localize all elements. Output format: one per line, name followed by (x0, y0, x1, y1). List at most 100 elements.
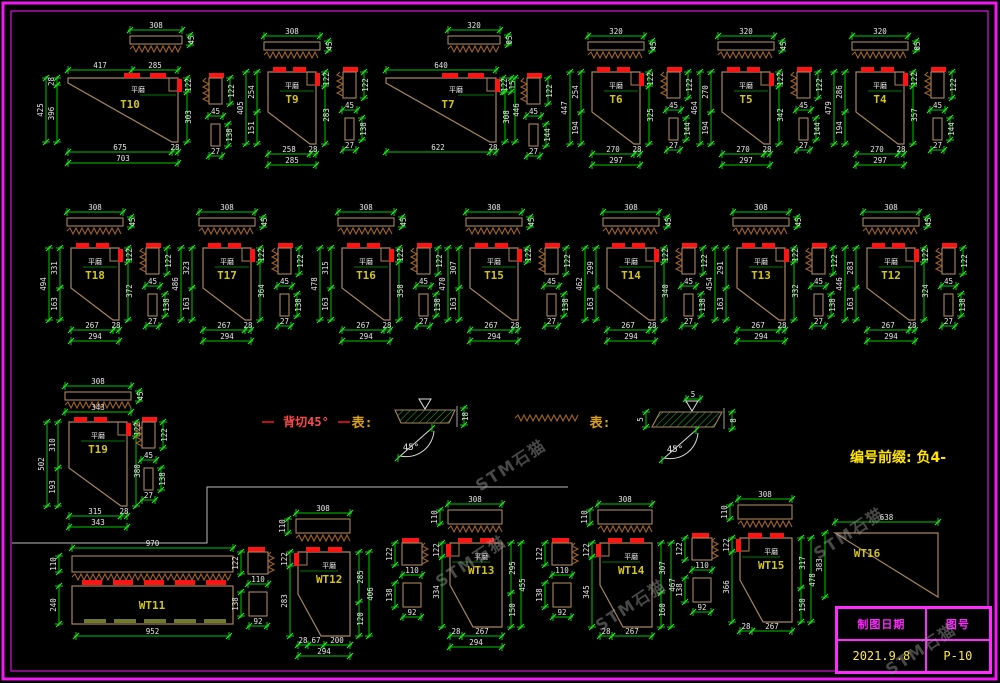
svg-text:478: 478 (310, 277, 319, 291)
svg-text:平磨: 平磨 (91, 431, 105, 440)
piece-T13: 30845平磨T13454291163122332267282941224513… (705, 203, 839, 345)
piece-T6: 32045平磨T64472541941223252702829712245144… (560, 27, 694, 169)
svg-text:45: 45 (144, 451, 153, 460)
svg-text:122: 122 (535, 547, 544, 561)
svg-text:267: 267 (881, 321, 895, 330)
svg-text:平磨: 平磨 (220, 257, 234, 266)
svg-text:110: 110 (695, 561, 709, 570)
svg-text:28: 28 (308, 145, 318, 154)
svg-text:28: 28 (762, 145, 772, 154)
svg-text:270: 270 (606, 145, 620, 154)
svg-text:110: 110 (720, 505, 729, 519)
svg-text:294: 294 (317, 647, 331, 656)
svg-text:122: 122 (160, 428, 169, 442)
svg-text:28: 28 (777, 321, 787, 330)
svg-text:27: 27 (933, 141, 942, 150)
svg-text:163: 163 (50, 297, 59, 311)
svg-text:640: 640 (434, 61, 448, 70)
svg-text:193: 193 (48, 480, 57, 494)
svg-text:92: 92 (697, 603, 706, 612)
svg-text:67: 67 (311, 636, 320, 645)
svg-text:28: 28 (488, 143, 498, 152)
svg-text:45: 45 (944, 277, 953, 286)
svg-text:315: 315 (88, 507, 102, 516)
svg-text:28: 28 (907, 321, 917, 330)
svg-text:308: 308 (220, 203, 234, 212)
svg-text:T17: T17 (217, 269, 237, 282)
svg-text:267: 267 (765, 622, 779, 631)
svg-text:308: 308 (884, 203, 898, 212)
svg-text:T13: T13 (751, 269, 771, 282)
svg-text:294: 294 (220, 332, 234, 341)
svg-text:283: 283 (846, 261, 855, 275)
svg-text:45: 45 (799, 101, 808, 110)
svg-text:120: 120 (356, 612, 365, 626)
svg-text:285: 285 (285, 156, 299, 165)
svg-text:28: 28 (119, 507, 129, 516)
svg-text:122: 122 (685, 78, 694, 92)
svg-text:267: 267 (85, 321, 99, 330)
svg-text:45: 45 (187, 35, 196, 44)
svg-text:110: 110 (278, 519, 287, 533)
svg-text:27: 27 (144, 491, 153, 500)
svg-text:138: 138 (675, 583, 684, 597)
svg-text:110: 110 (580, 510, 589, 524)
svg-text:396: 396 (47, 106, 56, 120)
svg-text:122: 122 (830, 254, 839, 268)
svg-text:平磨: 平磨 (764, 547, 778, 556)
svg-text:163: 163 (586, 297, 595, 311)
svg-text:45: 45 (814, 277, 823, 286)
svg-text:45: 45 (399, 217, 408, 226)
svg-text:T18: T18 (85, 269, 105, 282)
piece-T17: 30845平磨T17486323163122364267282941224513… (171, 203, 305, 345)
svg-text:45: 45 (211, 107, 220, 116)
svg-text:WT14: WT14 (618, 564, 645, 577)
svg-text:122: 122 (280, 552, 289, 566)
svg-text:144: 144 (683, 122, 692, 136)
piece-T7: 32085640平磨T712215308446622281224514427 (383, 21, 554, 160)
svg-text:446: 446 (512, 103, 521, 117)
svg-text:28: 28 (647, 321, 657, 330)
piece-T5: 32045平磨T54642701941223422702829712245144… (690, 27, 824, 169)
svg-text:122: 122 (361, 78, 370, 92)
svg-text:45°: 45° (403, 443, 419, 453)
svg-text:486: 486 (171, 277, 180, 291)
svg-text:295: 295 (508, 561, 517, 575)
svg-text:317: 317 (798, 556, 807, 570)
svg-text:144: 144 (813, 122, 822, 136)
svg-text:27: 27 (669, 141, 678, 150)
svg-text:294: 294 (359, 332, 373, 341)
svg-text:122: 122 (563, 254, 572, 268)
svg-text:138: 138 (385, 588, 394, 602)
svg-text:502: 502 (37, 457, 46, 471)
svg-text:T7: T7 (441, 98, 454, 111)
svg-text:27: 27 (547, 317, 556, 326)
title-block-date-label: 制图日期 (837, 608, 926, 640)
svg-text:138: 138 (828, 298, 837, 312)
svg-text:478: 478 (808, 573, 817, 587)
svg-text:308: 308 (758, 490, 772, 499)
svg-text:15: 15 (508, 80, 517, 89)
svg-text:308: 308 (487, 203, 501, 212)
piece-T19: 30845343平磨T19502310193122380315283431224… (37, 377, 169, 531)
svg-text:45: 45 (664, 217, 673, 226)
svg-text:308: 308 (754, 203, 768, 212)
svg-text:307: 307 (449, 261, 458, 275)
svg-text:675: 675 (113, 143, 127, 152)
svg-text:297: 297 (873, 156, 887, 165)
svg-text:254: 254 (247, 85, 256, 99)
svg-text:406: 406 (366, 587, 375, 601)
svg-text:27: 27 (280, 317, 289, 326)
svg-text:8: 8 (729, 418, 738, 423)
svg-text:454: 454 (705, 277, 714, 291)
svg-text:138: 138 (561, 298, 570, 312)
cad-drawing-page: 30845417285平磨T10425283961223036752870312… (0, 0, 1000, 683)
svg-text:122: 122 (815, 78, 824, 92)
svg-text:T5: T5 (739, 93, 752, 106)
svg-text:122: 122 (545, 84, 554, 98)
svg-text:45: 45 (280, 277, 289, 286)
svg-text:平磨: 平磨 (285, 81, 299, 90)
svg-text:291: 291 (716, 261, 725, 275)
svg-text:151: 151 (247, 121, 256, 135)
svg-text:45: 45 (345, 101, 354, 110)
